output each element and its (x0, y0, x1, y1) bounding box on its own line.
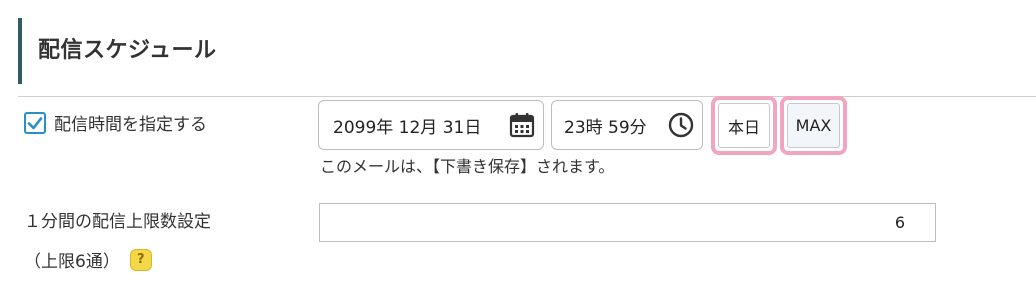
checkmark-icon (27, 116, 43, 129)
date-picker-field[interactable]: 2099年 12月 31日 (318, 100, 544, 150)
today-button-highlight: 本日 (711, 96, 777, 155)
clock-icon[interactable] (668, 112, 694, 138)
section-header: 配信スケジュール (18, 18, 1036, 84)
per-minute-limit-input[interactable] (319, 203, 936, 242)
calendar-icon[interactable] (509, 112, 535, 138)
divider (18, 96, 1036, 97)
specify-time-checkbox[interactable] (24, 111, 46, 134)
date-value: 2099年 12月 31日 (333, 117, 482, 138)
today-button[interactable]: 本日 (718, 103, 770, 148)
max-button-highlight: MAX (780, 96, 847, 155)
per-minute-limit-label: １分間の配信上限数設定 (24, 212, 211, 232)
section-title: 配信スケジュール (38, 38, 217, 63)
limit-sub-row: （上限6通） ? (24, 247, 152, 272)
limit-max-label: （上限6通） (24, 252, 120, 272)
max-button[interactable]: MAX (787, 103, 840, 148)
help-icon[interactable]: ? (129, 248, 152, 271)
time-value: 23時 59分 (564, 117, 647, 138)
draft-save-note: このメールは、【下書き保存】されます。 (320, 157, 615, 176)
specify-time-label: 配信時間を指定する (54, 115, 207, 135)
time-picker-field[interactable]: 23時 59分 (551, 100, 703, 150)
specify-time-checkbox-row[interactable]: 配信時間を指定する (24, 110, 207, 135)
